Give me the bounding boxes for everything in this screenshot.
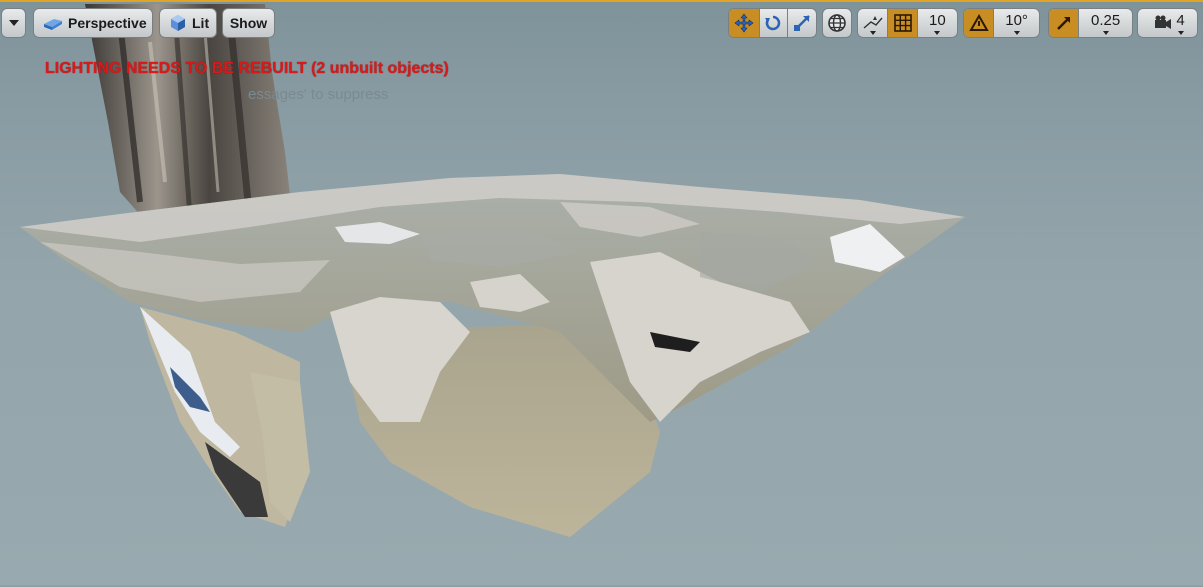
grid-snap-value: 10	[929, 11, 946, 29]
grid-snap-value-dropdown[interactable]: 10	[918, 9, 957, 37]
camera-speed-value: 4	[1176, 11, 1185, 29]
lit-button[interactable]: Lit	[159, 8, 217, 38]
globe-icon	[828, 14, 846, 32]
surface-snap-button[interactable]	[858, 9, 887, 37]
scale-icon	[794, 15, 811, 31]
grid-snap-toggle[interactable]	[888, 9, 917, 37]
lit-label: Lit	[192, 15, 210, 31]
rotation-snap-group: 10°	[963, 8, 1040, 38]
perspective-button[interactable]: Perspective	[33, 8, 153, 38]
rotate-tool-button[interactable]	[760, 9, 788, 37]
editor-viewport[interactable]: Perspective Lit Show 10 10° 0.25 4 LIGHT…	[0, 0, 1203, 585]
translate-tool-button[interactable]	[729, 9, 759, 37]
angle-icon	[968, 14, 989, 31]
lighting-warning-message: LIGHTING NEEDS TO BE REBUILT (2 unbuilt …	[45, 60, 449, 77]
grid-icon	[893, 14, 912, 32]
perspective-label: Perspective	[68, 15, 147, 31]
rotation-snap-value-dropdown[interactable]: 10°	[994, 9, 1039, 37]
view-options-button[interactable]	[1, 8, 26, 38]
scale-snap-value-dropdown[interactable]: 0.25	[1079, 9, 1132, 37]
scale-snap-value: 0.25	[1091, 11, 1121, 29]
camera-icon	[1155, 15, 1172, 29]
show-label: Show	[229, 15, 268, 31]
scale-tool-button[interactable]	[788, 9, 816, 37]
transform-tools-group	[728, 8, 817, 38]
scale-snap-group: 0.25	[1048, 8, 1133, 38]
scale-snap-toggle[interactable]	[1049, 9, 1079, 37]
scale-snap-icon	[1056, 17, 1070, 30]
rotation-snap-toggle[interactable]	[964, 9, 994, 37]
viewport-scene[interactable]	[0, 2, 1203, 587]
rotation-snap-value: 10°	[1005, 11, 1028, 29]
camera-speed-button[interactable]: 4	[1137, 8, 1198, 38]
cube-icon	[44, 19, 62, 30]
chevron-down-icon	[8, 20, 19, 26]
lit-sphere-icon	[171, 15, 185, 31]
suppress-hint-message: essages' to suppress	[248, 86, 389, 103]
show-button[interactable]: Show	[222, 8, 275, 38]
move-icon	[734, 13, 754, 33]
rotate-icon	[765, 15, 781, 31]
snap-grid-group: 10	[857, 8, 958, 38]
surface-snap-icon	[863, 16, 883, 29]
world-local-toggle[interactable]	[822, 8, 852, 38]
